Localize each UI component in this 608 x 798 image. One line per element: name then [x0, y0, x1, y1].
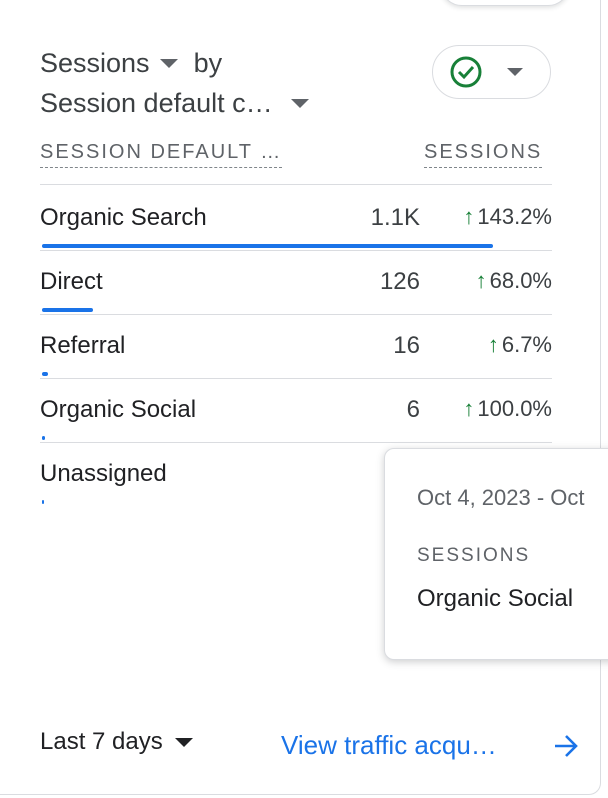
row-share-bar: [42, 372, 48, 376]
arrow-up-icon: ↑: [487, 332, 499, 357]
row-share-bar: [42, 308, 93, 312]
row-share-bar: [42, 244, 493, 248]
card-actions-pill: [440, 0, 570, 6]
row-delta: ↑ 143.2%: [463, 204, 552, 230]
row-value: 6: [406, 396, 420, 423]
row-delta-value: 6.7%: [501, 332, 552, 357]
row-value: 16: [393, 332, 420, 359]
row-delta: ↑ 100.0%: [463, 396, 552, 422]
dimension-selector[interactable]: Session default c…: [40, 88, 273, 119]
row-delta-value: 143.2%: [477, 204, 552, 229]
row-value: 1.1K: [370, 204, 420, 231]
tooltip-metric: SESSIONS: [417, 545, 531, 566]
data-quality-status-button[interactable]: [432, 45, 551, 99]
arrow-right-icon[interactable]: [553, 734, 579, 758]
date-range-label: Last 7 days: [40, 728, 163, 755]
row-delta: ↑ 68.0%: [476, 268, 552, 294]
tooltip-date: Oct 4, 2023 - Oct: [417, 485, 585, 510]
status-caret-down-icon: [507, 68, 523, 76]
tooltip-dimension: Organic Social: [417, 585, 574, 612]
row-share-bar: [42, 436, 45, 440]
sessions-column-header[interactable]: SESSIONS: [424, 141, 543, 168]
table-row[interactable]: Organic Social 6 ↑ 100.0%: [40, 378, 552, 443]
view-traffic-acquisition-link[interactable]: View traffic acqu…: [281, 730, 497, 761]
row-value: 126: [379, 268, 420, 295]
row-label: Referral: [40, 332, 126, 359]
table-row[interactable]: Direct 126 ↑ 68.0%: [40, 250, 552, 315]
metric-selector[interactable]: Sessions: [40, 48, 150, 79]
caret-down-icon: [174, 737, 193, 747]
arrow-up-icon: ↑: [463, 396, 475, 421]
metric-caret-down-icon[interactable]: [159, 59, 178, 68]
row-label: Direct: [40, 268, 103, 295]
metric-selector-line: Sessions by: [40, 48, 222, 79]
header-divider: [40, 184, 552, 185]
row-delta-value: 68.0%: [489, 268, 552, 293]
date-range-selector[interactable]: Last 7 days: [40, 728, 193, 756]
row-delta: ↑ 6.7%: [488, 332, 552, 358]
row-label: Organic Social: [40, 396, 197, 423]
dimension-caret-down-icon[interactable]: [290, 99, 309, 108]
title-by: by: [193, 48, 223, 78]
row-label: Organic Search: [40, 204, 207, 231]
dimension-selector-line: Session default c…: [40, 88, 309, 119]
table-row[interactable]: Referral 16 ↑ 6.7%: [40, 314, 552, 379]
row-delta-value: 100.0%: [477, 396, 552, 421]
arrow-up-icon: ↑: [463, 204, 475, 229]
check-circle-icon: [450, 56, 482, 88]
row-share-bar: [42, 500, 44, 504]
table-row[interactable]: Organic Search 1.1K ↑ 143.2%: [40, 186, 552, 251]
hover-tooltip: Oct 4, 2023 - Oct SESSIONS Organic Socia…: [384, 448, 608, 660]
row-label: Unassigned: [40, 460, 167, 487]
arrow-up-icon: ↑: [475, 268, 487, 293]
dimension-column-header[interactable]: SESSION DEFAULT …: [40, 141, 283, 168]
